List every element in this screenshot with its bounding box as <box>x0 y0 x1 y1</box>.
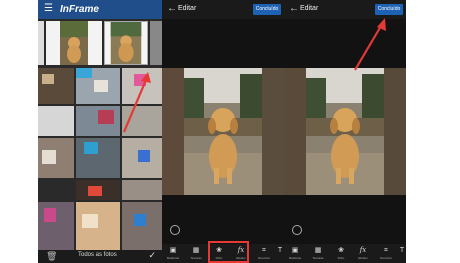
tool-effects[interactable]: fx Efeitos <box>354 244 372 263</box>
album-selector[interactable]: Todos as fotos <box>78 252 117 258</box>
gallery-thumbnail[interactable] <box>38 106 74 136</box>
gallery-thumbnail[interactable] <box>122 106 162 136</box>
highlight-box <box>208 241 249 263</box>
editor-header: ← Editar Concluído <box>284 0 406 19</box>
tool-frames[interactable]: ▣ Molduras <box>286 244 304 263</box>
app-title: InFrame <box>60 4 99 15</box>
crop-icon: ⌗ <box>262 247 266 254</box>
editor-screen-filter: ← Editar Concluído ▣ Molduras ▦ Texturas… <box>162 0 284 263</box>
editor-toolbar: ▣ Molduras ▦ Texturas ❀ Filtro fx Efeito… <box>284 244 406 263</box>
editor-header: ← Editar Concluído <box>162 0 284 19</box>
pixel-block <box>82 214 98 228</box>
trash-icon[interactable]: 🗑 <box>46 251 57 262</box>
dog-photo <box>110 22 142 64</box>
texture-icon: ▦ <box>192 247 200 254</box>
pixel-block <box>94 80 108 92</box>
pixel-block <box>134 74 146 86</box>
tool-label: Recortar <box>380 256 392 260</box>
gallery-footer: 🗑 Todos as fotos ✓ <box>38 250 162 263</box>
gallery-thumbnail[interactable] <box>76 138 120 178</box>
rotate-icon[interactable] <box>292 225 302 235</box>
text-icon: T <box>399 247 405 254</box>
tool-label: Molduras <box>166 256 180 260</box>
menu-icon[interactable]: ☰ <box>44 4 53 14</box>
effects-icon: fx <box>359 246 367 254</box>
texture-icon: ▦ <box>314 247 322 254</box>
filter-icon: ❀ <box>338 247 344 254</box>
tool-label: Filtro <box>337 256 345 260</box>
gallery-thumbnail[interactable] <box>150 21 162 65</box>
tool-textures[interactable]: ▦ Texturas <box>187 244 205 263</box>
rotate-icon[interactable] <box>170 225 180 235</box>
pixel-block <box>98 110 114 124</box>
text-icon: T <box>277 247 283 254</box>
tool-frames[interactable]: ▣ Molduras <box>164 244 182 263</box>
tool-label: Recortar <box>258 256 270 260</box>
gallery-thumbnail[interactable] <box>38 21 44 65</box>
tool-text[interactable]: T <box>398 244 406 263</box>
gallery-header: ☰ InFrame <box>38 0 162 19</box>
pixel-block <box>76 68 92 78</box>
back-arrow-icon[interactable]: ← <box>289 3 299 14</box>
tool-crop[interactable]: ⌗ Recortar <box>255 244 273 263</box>
gallery-thumbnail[interactable] <box>122 180 162 200</box>
tool-label: Molduras <box>288 256 302 260</box>
gallery-screen: ☰ InFrame 🗑 Todos as fotos ✓ <box>38 0 162 263</box>
pixel-block <box>88 186 102 196</box>
editor-title: Editar <box>178 5 197 12</box>
editor-title: Editar <box>300 5 319 12</box>
done-button[interactable]: Concluído <box>375 4 403 15</box>
gallery-thumbnail[interactable] <box>122 202 162 250</box>
dog-photo <box>306 68 384 195</box>
blurred-background <box>384 68 406 195</box>
crop-icon: ⌗ <box>384 247 388 254</box>
gallery-thumbnail[interactable] <box>38 180 74 200</box>
tool-crop[interactable]: ⌗ Recortar <box>377 244 395 263</box>
blurred-background <box>284 68 306 195</box>
dog-photo <box>184 68 262 195</box>
pixel-block <box>42 150 56 164</box>
check-icon[interactable]: ✓ <box>148 250 156 261</box>
pixel-block <box>138 150 150 162</box>
gallery-thumbnail-dog-1[interactable] <box>46 21 102 65</box>
pixel-block <box>134 214 146 226</box>
tool-label: Efeitos <box>358 256 368 260</box>
pixel-block <box>44 208 56 222</box>
pixel-block <box>84 142 98 154</box>
tool-label: Texturas <box>312 256 324 260</box>
done-button[interactable]: Concluído <box>253 4 281 15</box>
tool-text[interactable]: T <box>276 244 284 263</box>
dog-photo <box>60 21 88 65</box>
photo-canvas <box>162 68 284 195</box>
photo-canvas <box>284 68 406 195</box>
tool-label: Texturas <box>190 256 202 260</box>
pixel-block <box>42 74 54 84</box>
frame-icon: ▣ <box>169 247 177 254</box>
gallery-thumbnail-dog-2[interactable] <box>104 21 148 65</box>
editor-screen-done: ← Editar Concluído ▣ Molduras ▦ Texturas… <box>284 0 406 263</box>
tool-textures[interactable]: ▦ Texturas <box>309 244 327 263</box>
blurred-background <box>262 68 284 195</box>
back-arrow-icon[interactable]: ← <box>167 3 177 14</box>
blurred-background <box>162 68 184 195</box>
frame-icon: ▣ <box>291 247 299 254</box>
tool-filter[interactable]: ❀ Filtro <box>332 244 350 263</box>
